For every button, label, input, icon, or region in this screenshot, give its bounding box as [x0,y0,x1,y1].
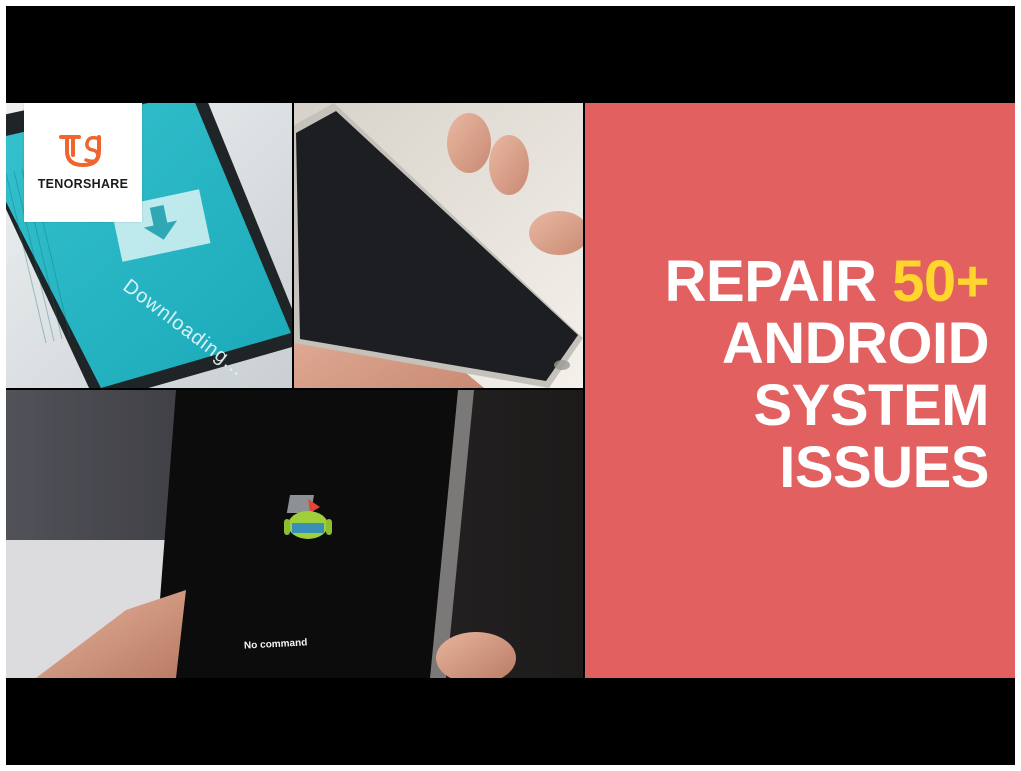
tenorshare-logo[interactable]: TENORSHARE [24,103,142,222]
recovery-phone-illustration [6,390,583,678]
black-screen-phone-illustration [294,103,583,388]
thumbnail-content: Downloading... TENORSHARE No command REP… [6,103,1015,678]
tenorshare-logo-icon [59,135,101,168]
headline: REPAIR 50+ ANDROID SYSTEM ISSUES [664,249,990,500]
headline-highlight: 50+ [892,249,989,314]
black-screen-phone-photo [294,103,583,388]
headline-line-1: REPAIR 50+ [664,249,990,314]
video-thumbnail[interactable]: Downloading... TENORSHARE No command REP… [6,6,1015,765]
headline-panel: REPAIR 50+ ANDROID SYSTEM ISSUES [585,103,1015,678]
brand-name: TENORSHARE [37,177,129,191]
recovery-mode-phone-photo: No command [6,390,583,678]
headline-word-repair: REPAIR [664,249,877,314]
headline-line-3: SYSTEM [753,373,990,438]
downloading-phone-photo: Downloading... TENORSHARE [6,103,292,388]
headline-line-2: ANDROID [721,311,990,376]
headline-line-4: ISSUES [779,435,989,500]
